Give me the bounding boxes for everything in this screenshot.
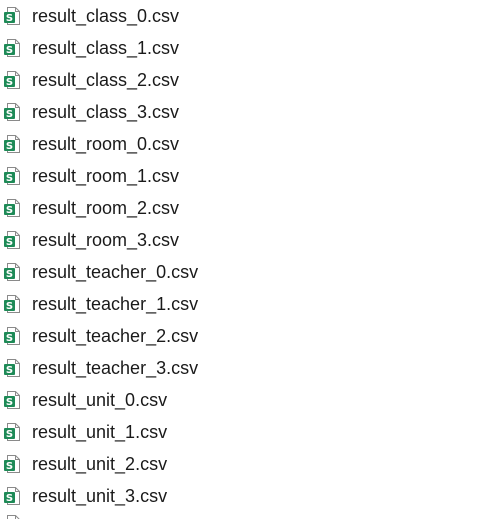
file-item-result-teacher-3[interactable]: S result_teacher_3.csv bbox=[0, 352, 496, 384]
svg-text:S: S bbox=[6, 397, 13, 408]
svg-text:S: S bbox=[6, 365, 13, 376]
svg-text:S: S bbox=[6, 13, 13, 24]
spreadsheet-csv-icon: S bbox=[4, 103, 20, 121]
file-item-result-room-1[interactable]: S result_room_1.csv bbox=[0, 160, 496, 192]
svg-text:S: S bbox=[6, 493, 13, 504]
svg-text:S: S bbox=[6, 45, 13, 56]
spreadsheet-csv-icon: S bbox=[4, 327, 20, 345]
svg-text:S: S bbox=[6, 333, 13, 344]
file-item-result-class-3[interactable]: S result_class_3.csv bbox=[0, 96, 496, 128]
file-item-result-unit-0[interactable]: S result_unit_0.csv bbox=[0, 384, 496, 416]
file-item-result-room-3[interactable]: S result_room_3.csv bbox=[0, 224, 496, 256]
spreadsheet-csv-icon: S bbox=[7, 515, 20, 519]
file-item-result-unit-1[interactable]: S result_unit_1.csv bbox=[0, 416, 496, 448]
file-name: result_teacher_3.csv bbox=[32, 358, 199, 378]
partial-file-item: S bbox=[3, 514, 23, 519]
spreadsheet-csv-icon: S bbox=[4, 391, 20, 409]
spreadsheet-csv-icon: S bbox=[4, 167, 20, 185]
svg-text:S: S bbox=[6, 429, 13, 440]
spreadsheet-csv-icon: S bbox=[4, 295, 20, 313]
svg-text:S: S bbox=[6, 173, 13, 184]
svg-text:S: S bbox=[6, 237, 13, 248]
svg-text:S: S bbox=[6, 141, 13, 152]
svg-text:S: S bbox=[6, 269, 13, 280]
spreadsheet-csv-icon: S bbox=[4, 359, 20, 377]
spreadsheet-csv-icon: S bbox=[4, 71, 20, 89]
spreadsheet-csv-icon: S bbox=[4, 423, 20, 441]
spreadsheet-csv-icon: S bbox=[4, 39, 20, 57]
spreadsheet-csv-icon: S bbox=[4, 199, 20, 217]
file-item-result-unit-3[interactable]: S result_unit_3.csv bbox=[0, 480, 496, 512]
file-name: result_room_2.csv bbox=[32, 198, 180, 218]
file-item-result-unit-2[interactable]: S result_unit_2.csv bbox=[0, 448, 496, 480]
file-name: result_unit_0.csv bbox=[32, 390, 168, 410]
file-item-result-class-1[interactable]: S result_class_1.csv bbox=[0, 32, 496, 64]
svg-text:S: S bbox=[6, 461, 13, 472]
spreadsheet-csv-icon: S bbox=[4, 135, 20, 153]
svg-text:S: S bbox=[6, 109, 13, 120]
file-item-result-teacher-1[interactable]: S result_teacher_1.csv bbox=[0, 288, 496, 320]
file-name: result_class_0.csv bbox=[32, 6, 180, 26]
file-name: result_teacher_0.csv bbox=[32, 262, 199, 282]
svg-text:S: S bbox=[6, 205, 13, 216]
spreadsheet-csv-icon: S bbox=[4, 231, 20, 249]
file-item-result-room-2[interactable]: S result_room_2.csv bbox=[0, 192, 496, 224]
file-name: result_class_2.csv bbox=[32, 70, 180, 90]
file-name: result_class_3.csv bbox=[32, 102, 180, 122]
file-name: result_room_3.csv bbox=[32, 230, 180, 250]
file-name: result_teacher_2.csv bbox=[32, 326, 199, 346]
spreadsheet-csv-icon: S bbox=[4, 7, 20, 25]
file-item-result-teacher-2[interactable]: S result_teacher_2.csv bbox=[0, 320, 496, 352]
svg-text:S: S bbox=[6, 301, 13, 312]
file-name: result_teacher_1.csv bbox=[32, 294, 199, 314]
spreadsheet-csv-icon: S bbox=[4, 455, 20, 473]
file-item-result-room-0[interactable]: S result_room_0.csv bbox=[0, 128, 496, 160]
file-name: result_class_1.csv bbox=[32, 38, 180, 58]
file-name: result_unit_3.csv bbox=[32, 486, 168, 506]
file-item-result-teacher-0[interactable]: S result_teacher_0.csv bbox=[0, 256, 496, 288]
file-name: result_unit_2.csv bbox=[32, 454, 168, 474]
file-item-result-class-0[interactable]: S result_class_0.csv bbox=[0, 0, 496, 32]
file-list: S result_class_0.csv S result_class_1.cs… bbox=[0, 0, 496, 512]
file-item-result-class-2[interactable]: S result_class_2.csv bbox=[0, 64, 496, 96]
file-name: result_unit_1.csv bbox=[32, 422, 168, 442]
spreadsheet-csv-icon: S bbox=[4, 487, 20, 505]
svg-text:S: S bbox=[6, 77, 13, 88]
file-name: result_room_1.csv bbox=[32, 166, 180, 186]
spreadsheet-csv-icon: S bbox=[4, 263, 20, 281]
file-name: result_room_0.csv bbox=[32, 134, 180, 154]
